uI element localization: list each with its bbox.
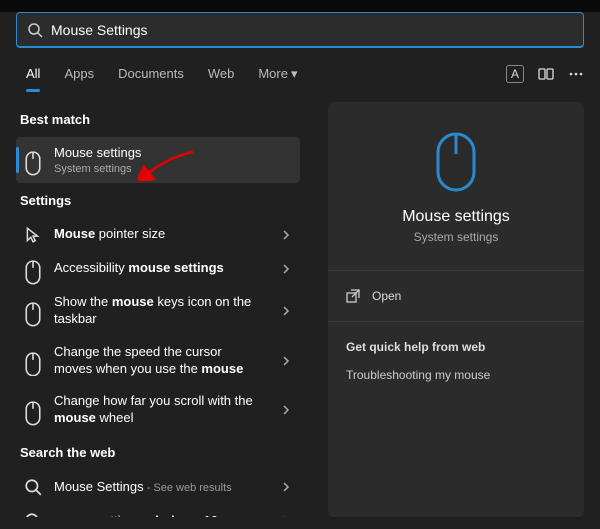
results-panel: Best match Mouse settings System setting… bbox=[16, 102, 300, 517]
chevron-right-icon bbox=[280, 481, 292, 493]
open-icon bbox=[346, 289, 360, 303]
open-action[interactable]: Open bbox=[328, 279, 584, 313]
mouse-icon-large bbox=[432, 130, 480, 194]
result-title: mouse settings windows 10 bbox=[54, 513, 274, 517]
result-title: Mouse settings bbox=[54, 145, 292, 162]
chevron-down-icon: ▾ bbox=[291, 66, 298, 81]
result-subtitle: System settings bbox=[54, 163, 292, 175]
search-icon bbox=[24, 478, 42, 496]
account-icon[interactable]: A bbox=[506, 65, 524, 83]
chevron-right-icon bbox=[280, 404, 292, 416]
search-icon bbox=[24, 512, 42, 517]
pointer-icon bbox=[24, 226, 42, 244]
chevron-right-icon bbox=[280, 305, 292, 317]
open-label: Open bbox=[372, 289, 401, 303]
tab-web[interactable]: Web bbox=[198, 60, 245, 88]
result-title: Accessibility mouse settings bbox=[54, 260, 274, 277]
mouse-icon bbox=[24, 260, 42, 278]
result-mouse-keys-icon[interactable]: Show the mouse keys icon on thetaskbar bbox=[16, 286, 300, 336]
result-web-windows10[interactable]: mouse settings windows 10 bbox=[16, 504, 300, 517]
separator bbox=[328, 270, 584, 271]
tab-documents[interactable]: Documents bbox=[108, 60, 194, 88]
result-mouse-pointer-size[interactable]: Mouse pointer size bbox=[16, 218, 300, 252]
search-input[interactable] bbox=[51, 22, 583, 38]
detail-title: Mouse settings bbox=[402, 208, 510, 226]
detail-subtitle: System settings bbox=[414, 230, 499, 244]
result-web-mouse-settings[interactable]: Mouse Settings - See web results bbox=[16, 470, 300, 504]
more-options-icon[interactable] bbox=[568, 66, 584, 82]
best-match-heading: Best match bbox=[20, 112, 296, 127]
tab-more[interactable]: More▾ bbox=[248, 60, 307, 88]
result-title: Mouse Settings - See web results bbox=[54, 479, 274, 496]
result-title: Change how far you scroll with themouse … bbox=[54, 393, 274, 427]
result-title: Show the mouse keys icon on thetaskbar bbox=[54, 294, 274, 328]
search-bar[interactable] bbox=[16, 12, 584, 48]
result-scroll-wheel[interactable]: Change how far you scroll with themouse … bbox=[16, 385, 300, 435]
tab-apps[interactable]: Apps bbox=[54, 60, 104, 88]
result-accessibility-mouse[interactable]: Accessibility mouse settings bbox=[16, 252, 300, 286]
result-title: Change the speed the cursormoves when yo… bbox=[54, 344, 274, 378]
separator bbox=[328, 321, 584, 322]
search-web-heading: Search the web bbox=[20, 445, 296, 460]
result-cursor-speed[interactable]: Change the speed the cursormoves when yo… bbox=[16, 336, 300, 386]
chevron-right-icon bbox=[280, 355, 292, 367]
search-icon bbox=[27, 22, 43, 38]
detail-panel: Mouse settings System settings Open Get … bbox=[328, 102, 584, 517]
tabs-row: All Apps Documents Web More▾ A bbox=[0, 48, 600, 92]
mouse-icon bbox=[24, 401, 42, 419]
mouse-icon bbox=[24, 352, 42, 370]
result-title: Mouse pointer size bbox=[54, 226, 274, 243]
preview-icon[interactable] bbox=[538, 66, 554, 82]
chevron-right-icon bbox=[280, 229, 292, 241]
tab-all[interactable]: All bbox=[16, 60, 50, 88]
mouse-icon bbox=[24, 302, 42, 320]
result-best-match[interactable]: Mouse settings System settings bbox=[16, 137, 300, 183]
help-link-troubleshoot[interactable]: Troubleshooting my mouse bbox=[328, 360, 584, 390]
settings-heading: Settings bbox=[20, 193, 296, 208]
help-heading: Get quick help from web bbox=[328, 330, 584, 360]
chevron-right-icon bbox=[280, 263, 292, 275]
mouse-icon bbox=[24, 151, 42, 169]
